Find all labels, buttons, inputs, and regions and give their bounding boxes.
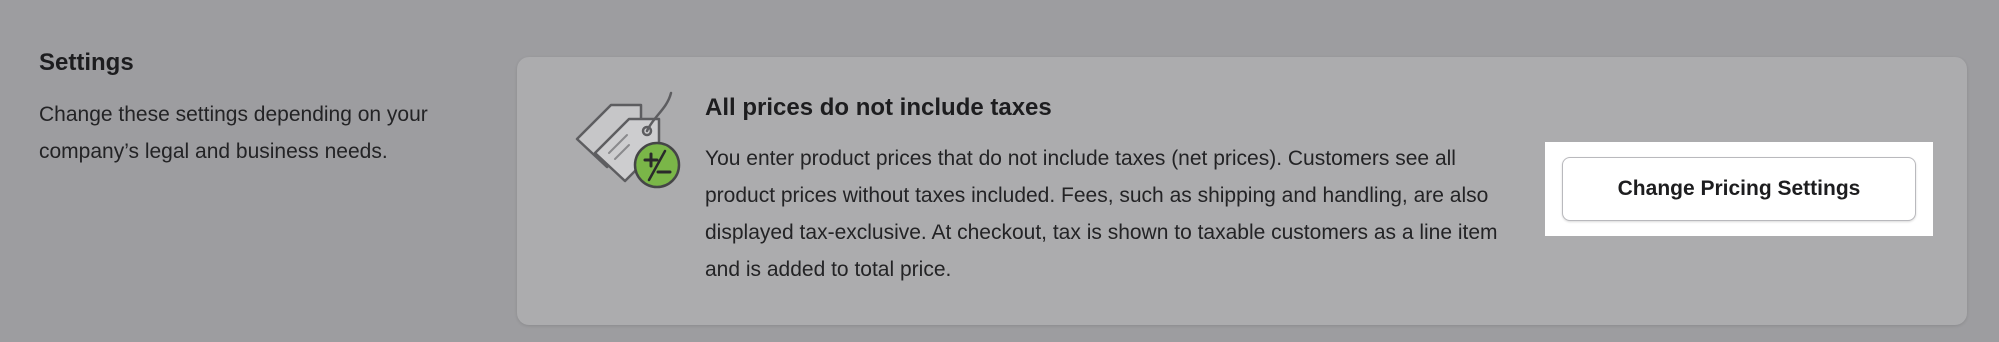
- section-description: Change these settings depending on your …: [39, 103, 428, 163]
- section-title: Settings: [39, 49, 134, 76]
- button-highlight: Change Pricing Settings: [1545, 142, 1933, 236]
- pricing-settings-card: All prices do not include taxes You ente…: [517, 57, 1967, 325]
- settings-section-header: Settings Change these settings depending…: [39, 46, 459, 170]
- card-body: All prices do not include taxes You ente…: [705, 91, 1525, 288]
- price-tag-tax-icon: [575, 91, 681, 189]
- change-pricing-settings-button[interactable]: Change Pricing Settings: [1562, 157, 1916, 221]
- pricing-mode-description: You enter product prices that do not inc…: [705, 147, 1498, 281]
- pricing-mode-title: All prices do not include taxes: [705, 94, 1052, 121]
